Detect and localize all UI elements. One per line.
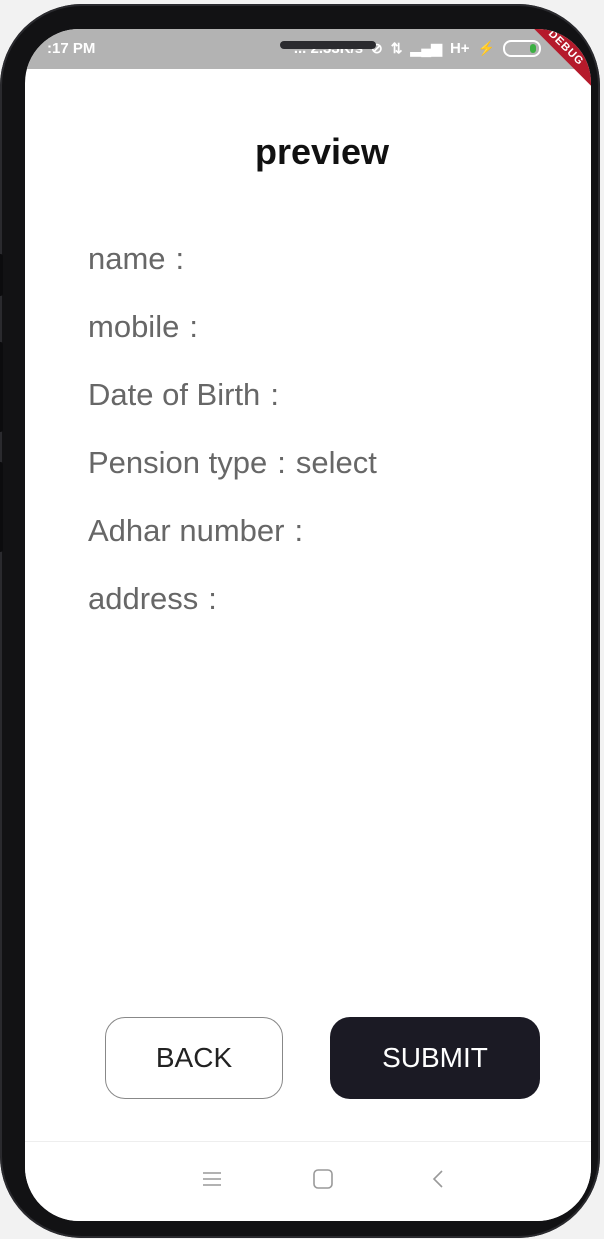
field-value: select bbox=[295, 445, 377, 480]
back-chevron-icon[interactable] bbox=[427, 1168, 449, 1194]
field-separator: : bbox=[208, 581, 217, 616]
battery-icon bbox=[503, 40, 541, 57]
earpiece bbox=[280, 41, 376, 49]
side-button-3 bbox=[0, 462, 3, 552]
field-label: Adhar number bbox=[88, 513, 285, 548]
field-label: Pension type bbox=[88, 445, 268, 480]
navigation-bar bbox=[25, 1141, 591, 1221]
field-adhar-number: Adhar number: bbox=[88, 513, 313, 549]
network-type: H+ bbox=[449, 40, 470, 57]
field-separator: : bbox=[277, 445, 286, 480]
field-label: mobile bbox=[88, 309, 180, 344]
data-arrows-icon: ⇅ bbox=[390, 40, 403, 56]
phone-frame: :17 PM ... 2.33K/s ⊘ ⇅ ▂▄▆ H+ ⚡ DEBUG pr… bbox=[0, 4, 600, 1238]
field-date-of-birth: Date of Birth: bbox=[88, 377, 289, 413]
signal-icon: ▂▄▆ bbox=[410, 40, 442, 56]
back-button[interactable]: BACK bbox=[105, 1017, 283, 1099]
field-address: address: bbox=[88, 581, 227, 617]
side-button-2 bbox=[0, 342, 3, 432]
home-square-icon[interactable] bbox=[312, 1168, 334, 1194]
field-separator: : bbox=[294, 513, 304, 548]
field-name: name: bbox=[88, 241, 194, 277]
field-label: Date of Birth bbox=[88, 377, 261, 412]
debug-banner: DEBUG bbox=[520, 29, 591, 94]
menu-icon[interactable] bbox=[201, 1168, 223, 1194]
side-button-1 bbox=[0, 254, 3, 296]
status-time: :17 PM bbox=[47, 40, 96, 57]
charging-icon: ⚡ bbox=[477, 40, 495, 56]
screen: :17 PM ... 2.33K/s ⊘ ⇅ ▂▄▆ H+ ⚡ DEBUG pr… bbox=[25, 29, 591, 1221]
field-label: address bbox=[88, 581, 199, 616]
status-bar: :17 PM ... 2.33K/s ⊘ ⇅ ▂▄▆ H+ ⚡ DEBUG bbox=[25, 29, 591, 94]
field-label: name bbox=[88, 241, 166, 276]
field-mobile: mobile: bbox=[88, 309, 208, 345]
field-separator: : bbox=[175, 241, 185, 276]
field-pension-type: Pension type: select bbox=[88, 445, 377, 481]
field-separator: : bbox=[189, 309, 198, 344]
battery-level bbox=[530, 44, 536, 53]
submit-button[interactable]: SUBMIT bbox=[330, 1017, 540, 1099]
field-separator: : bbox=[270, 377, 279, 412]
page-title: preview bbox=[254, 131, 390, 172]
